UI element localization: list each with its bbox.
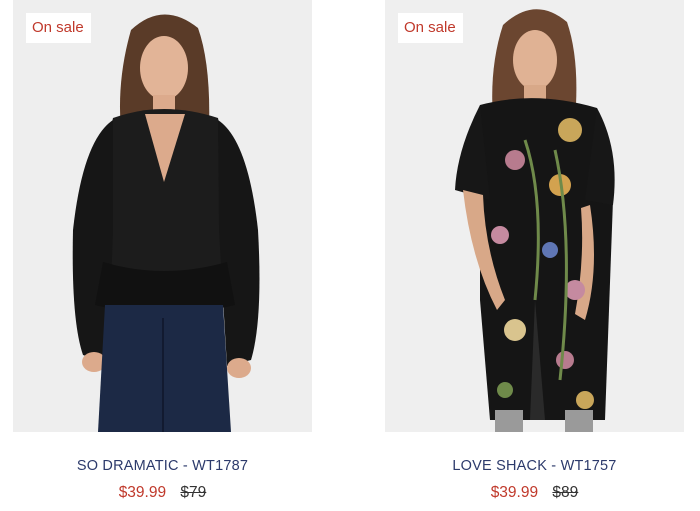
- product-title[interactable]: LOVE SHACK - WT1757: [385, 458, 684, 474]
- product-image-black-blouse[interactable]: On sale: [13, 0, 312, 432]
- original-price: $79: [180, 484, 207, 501]
- product-title[interactable]: SO DRAMATIC - WT1787: [13, 458, 312, 474]
- original-price: $89: [552, 484, 579, 501]
- product-grid: On sale SO DRAMATIC - WT1787 $39.99 $79: [0, 0, 700, 511]
- product-photo: [385, 0, 684, 432]
- product-photo: [13, 0, 312, 432]
- product-card: On sale SO DRAMATIC - WT1787 $39.99 $79: [13, 0, 312, 511]
- product-card: On sale LOVE SHACK - WT1757 $39.99 $89: [385, 0, 684, 511]
- product-price: $39.99 $89: [385, 484, 684, 502]
- sale-price: $39.99: [490, 484, 539, 501]
- sale-price: $39.99: [118, 484, 167, 501]
- product-image-floral-kimono[interactable]: On sale: [385, 0, 684, 432]
- on-sale-badge: On sale: [26, 13, 91, 43]
- on-sale-badge: On sale: [398, 13, 463, 43]
- product-price: $39.99 $79: [13, 484, 312, 502]
